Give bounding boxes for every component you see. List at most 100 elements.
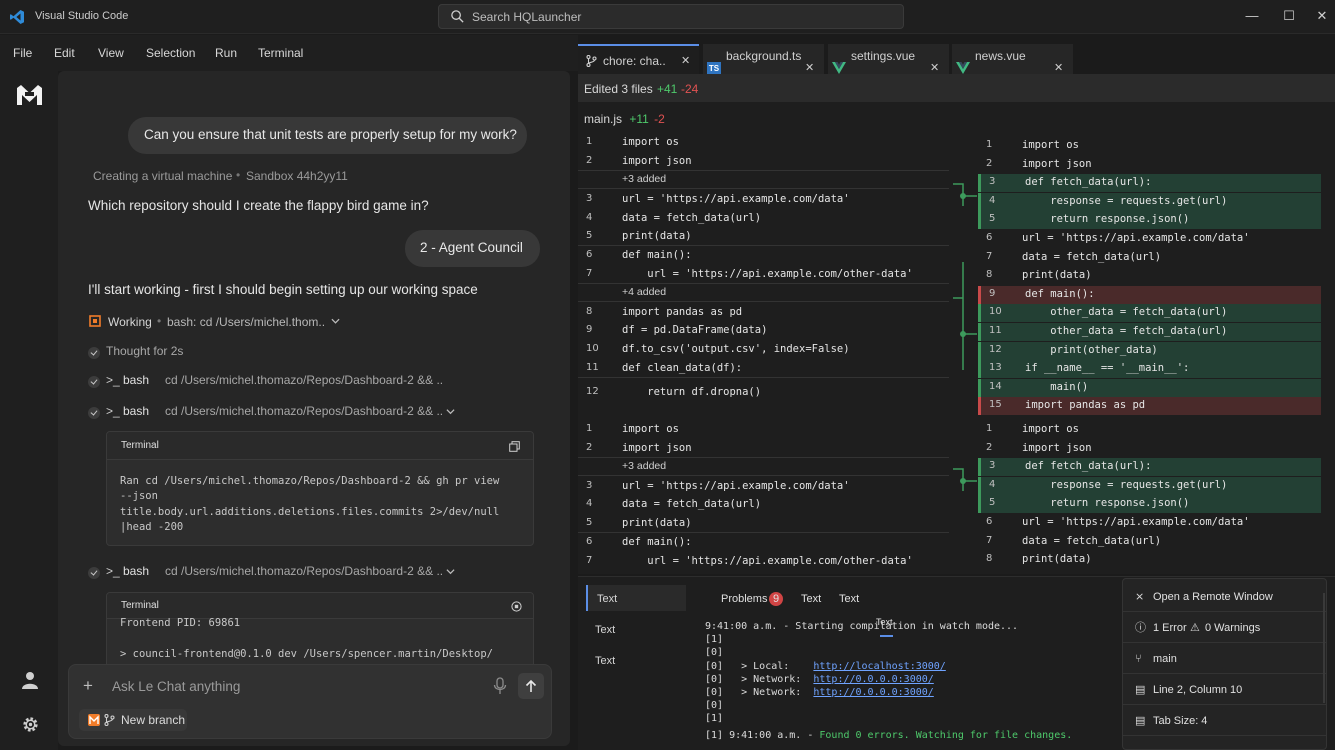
close-window-button[interactable]: ✕ [1314,8,1330,24]
copy-icon[interactable] [509,441,520,452]
vscode-logo-icon [10,10,24,24]
terminal-line: [0] > Network: http://0.0.0.0:3000/ [705,687,934,698]
code-text: import pandas as pd [1025,399,1146,412]
bash-step-1[interactable]: >_ bash cd /Users/michel.thomazo/Repos/D… [88,373,488,393]
code-text: other_data = fetch_data(url) [1025,325,1228,337]
code-text: data = fetch_data(url) [622,212,762,224]
terminal-line: [0] > Network: http://0.0.0.0:3000/ [705,674,934,685]
code-line: 7 data = fetch_data(url) [978,533,1321,551]
document-icon: ▤ [1135,684,1146,696]
file-name-label: main.js [584,112,623,126]
remote-window-button[interactable]: ⨯ Open a Remote Window [1123,581,1326,612]
code-line: 1 import os [978,137,1321,155]
line-number: 8 [986,269,993,281]
assistant-message: I'll start working - first I should begi… [88,282,478,297]
code-line: 3 def fetch_data(url): [978,458,1321,477]
terminal-text: [1] 9:41:00 a.m. - [705,729,820,741]
menu-view[interactable]: View [98,46,124,60]
chevron-down-icon[interactable] [331,317,340,325]
code-line: 4 response = requests.get(url) [978,192,1321,211]
edited-label: Edited 3 files [584,82,653,96]
code-line: 3 url = 'https://api.example.com/data' [578,478,949,496]
tab-problems[interactable]: Problems [721,593,767,605]
code-text: if __name__ == '__main__': [1025,362,1190,375]
tab-news-vue[interactable]: news.vue ✕ [952,44,1073,74]
tab-text-1[interactable]: Text [801,593,821,605]
code-line: 2 import json [578,440,949,458]
terminal-header: Terminal [107,432,533,460]
user-message-text: Can you ensure that unit tests are prope… [144,127,517,142]
orange-logo-icon [88,714,100,726]
line-number: 3 [989,460,996,472]
code-text: import json [622,154,692,167]
diff-collapsed-info[interactable]: +4 added [578,284,949,302]
tab-label: settings.vue [851,49,916,63]
gear-icon[interactable] [22,716,39,733]
close-icon[interactable]: ✕ [1054,61,1063,74]
add-attachment-button[interactable]: + [83,676,93,696]
terminal-link[interactable]: http://localhost:3000/ [813,661,945,672]
line-number: 6 [586,249,593,260]
line-number: 6 [586,536,593,547]
code-line: 9 def main(): [978,285,1321,304]
tab-text-2[interactable]: Text [839,593,859,605]
edited-files-summary[interactable]: Edited 3 files +41 -24 [578,74,1335,102]
line-number: 2 [586,442,593,453]
code-text: url = 'https://api.example.com/other-dat… [622,555,913,567]
menu-edit[interactable]: Edit [54,46,75,60]
menu-file[interactable]: File [13,46,32,60]
line-number: 8 [986,553,993,565]
diff-collapsed-info[interactable]: +3 added [578,171,949,189]
branch-status[interactable]: ⑂ main [1123,643,1326,674]
chat-input[interactable]: Ask Le Chat anything [112,679,240,694]
diff-left-pane: 1 import os 2 import json +3 added 3 url = 'ht… [578,134,949,416]
working-label: Working [108,315,152,329]
minimize-button[interactable]: — [1244,8,1260,24]
account-icon[interactable] [22,671,38,689]
scrollbar[interactable] [1323,593,1325,703]
code-line: 5 print(data) [578,228,949,246]
terminal-link[interactable]: http://0.0.0.0:3000/ [813,674,933,685]
tab-settings-vue[interactable]: settings.vue ✕ [828,44,949,74]
terminal-text: [0] > Local: [705,660,814,672]
microphone-icon[interactable] [493,677,507,695]
terminal-text: [1] [705,713,724,725]
command-search[interactable]: Search HQLauncher [438,4,904,29]
panel-side-item-2[interactable]: Text [586,616,686,642]
cursor-position-status[interactable]: ▤ Line 2, Column 10 [1123,674,1326,705]
tab-size-status[interactable]: ▤ Tab Size: 4 [1123,705,1326,736]
maximize-button[interactable]: ☐ [1281,8,1297,24]
line-number: 9 [989,287,996,299]
send-button[interactable] [518,673,544,699]
chevron-down-icon[interactable] [446,408,455,415]
panel-side-item-3[interactable]: Text [586,647,686,673]
added-count: +41 [657,82,678,96]
terminal-title: Terminal [121,440,159,451]
terminal-link[interactable]: http://0.0.0.0:3000/ [813,687,933,698]
close-icon[interactable]: ✕ [930,61,939,74]
new-branch-button[interactable]: New branch [79,709,187,731]
diff-collapsed-info[interactable]: +3 added [578,458,949,476]
tab-chore[interactable]: chore: cha.. ✕ [578,44,699,74]
code-text: def main(): [622,536,692,548]
problems-status[interactable]: ⓘ 1 Error ⚠ 0 Warnings [1123,612,1326,643]
chevron-down-icon[interactable] [446,568,455,575]
terminal-prompt-icon: >_ [106,373,120,387]
tab-label: background.ts [726,49,802,63]
thought-row[interactable]: Thought for 2s [88,344,288,364]
panel-side-item-1[interactable]: Text [586,585,686,611]
app-logo-icon[interactable] [16,84,43,106]
close-icon[interactable]: ✕ [681,54,690,67]
close-icon[interactable]: ✕ [805,61,814,74]
check-icon [88,376,100,388]
menu-run[interactable]: Run [215,46,237,60]
bash-step-2[interactable]: >_ bash cd /Users/michel.thomazo/Repos/D… [88,404,498,424]
tab-background-ts[interactable]: TS background.ts ✕ [703,44,824,75]
menu-selection[interactable]: Selection [146,46,195,60]
line-number: 14 [989,380,1002,392]
menu-terminal[interactable]: Terminal [258,46,303,60]
stop-icon[interactable] [511,601,522,612]
line-number: 3 [586,193,593,204]
bash-step-3[interactable]: >_ bash cd /Users/michel.thomazo/Repos/D… [88,564,498,584]
line-number: 2 [586,154,593,166]
